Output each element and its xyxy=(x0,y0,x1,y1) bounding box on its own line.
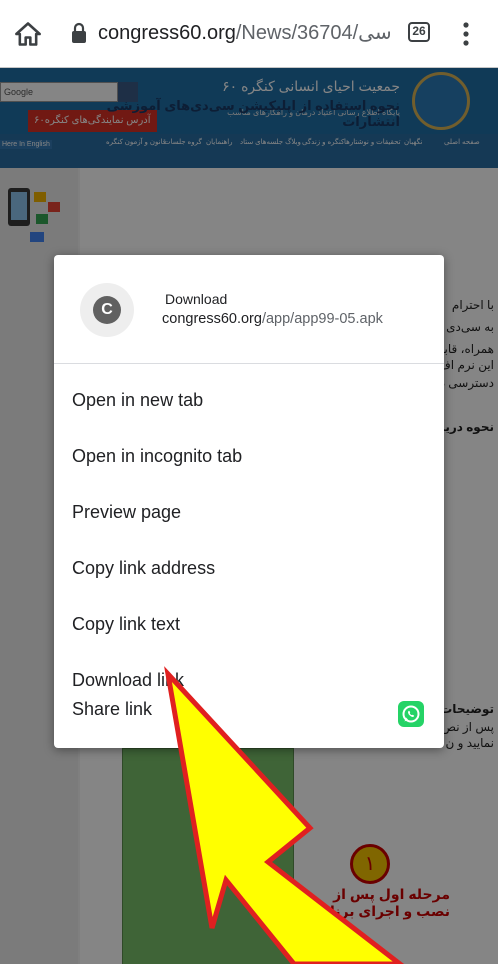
lock-icon[interactable] xyxy=(70,22,88,44)
menu-item-preview-page[interactable]: Preview page xyxy=(54,487,444,543)
tab-switcher-button[interactable]: 26 xyxy=(408,22,430,42)
favicon-letter: C xyxy=(93,296,121,324)
address-bar[interactable]: congress60.org/News/36704/سی xyxy=(98,20,392,45)
url-host: congress60.org xyxy=(98,22,236,44)
menu-item-label: Copy link text xyxy=(72,614,181,634)
link-url: congress60.org/app/app99-05.apk xyxy=(162,311,383,327)
menu-item-label: Open in new tab xyxy=(72,390,204,410)
menu-item-label: Preview page xyxy=(72,502,182,522)
menu-item-share-link[interactable]: Share link xyxy=(54,684,444,740)
menu-item-label: Share link xyxy=(72,699,153,719)
more-vert-icon[interactable] xyxy=(458,20,474,48)
whatsapp-icon[interactable] xyxy=(398,701,424,727)
link-url-path: /app/app99-05.apk xyxy=(261,311,383,327)
site-favicon-icon: C xyxy=(80,283,134,337)
link-url-host: congress60.org xyxy=(162,311,262,327)
url-path: /News/36704/سی xyxy=(235,22,392,44)
home-icon[interactable] xyxy=(14,20,42,48)
menu-item-label: Open in incognito tab xyxy=(72,446,243,466)
menu-item-open-new-tab[interactable]: Open in new tab xyxy=(54,375,444,431)
context-menu-header: C Download congress60.org/app/app99-05.a… xyxy=(54,255,444,364)
link-title: Download xyxy=(165,291,228,307)
menu-item-copy-link-text[interactable]: Copy link text xyxy=(54,599,444,655)
menu-item-open-incognito[interactable]: Open in incognito tab xyxy=(54,431,444,487)
menu-item-label: Copy link address xyxy=(72,558,216,578)
browser-toolbar: congress60.org/News/36704/سی 26 xyxy=(0,0,498,68)
menu-item-copy-link-address[interactable]: Copy link address xyxy=(54,543,444,599)
link-context-menu: C Download congress60.org/app/app99-05.a… xyxy=(54,255,444,748)
